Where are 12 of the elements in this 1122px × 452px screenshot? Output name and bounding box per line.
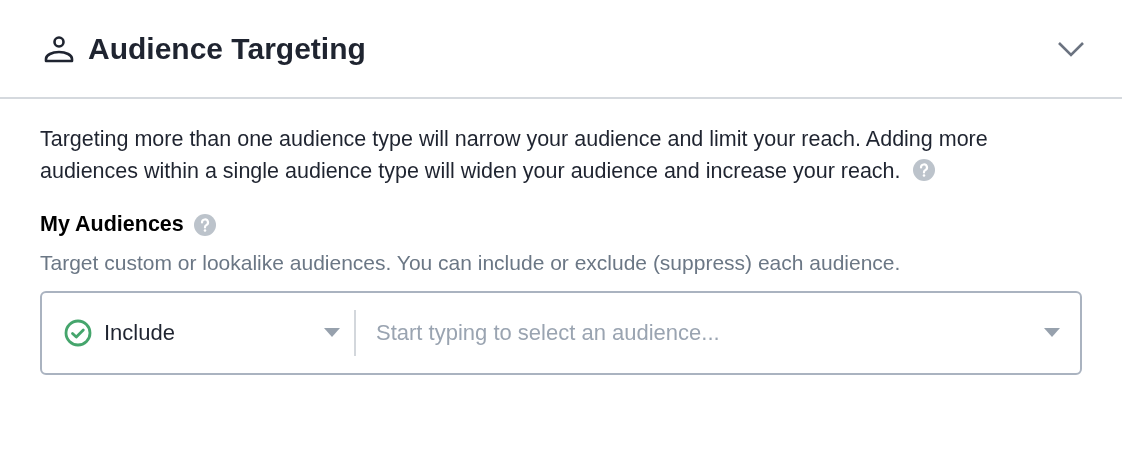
section-description: Target custom or lookalike audiences. You can include or exclude (suppress) each audience. — [40, 251, 902, 275]
help-icon[interactable] — [193, 213, 216, 236]
caret-icon — [1044, 328, 1060, 338]
audience-search-field[interactable]: Start typing to select an audience... — [374, 319, 1044, 347]
person-icon — [44, 33, 74, 64]
section-heading: My Audiences — [40, 212, 184, 237]
caret-icon — [324, 328, 340, 338]
check-circle-icon — [64, 319, 92, 347]
help-icon[interactable] — [912, 159, 935, 181]
mode-dropdown[interactable]: Include — [42, 293, 354, 373]
intro-text: Targeting more than one audience type will narrow your audience and limit your reach. Adding more audiences within a single audience type will widen your audience and increase your reach. — [40, 126, 989, 185]
panel-title: Audience Targeting — [88, 31, 367, 66]
